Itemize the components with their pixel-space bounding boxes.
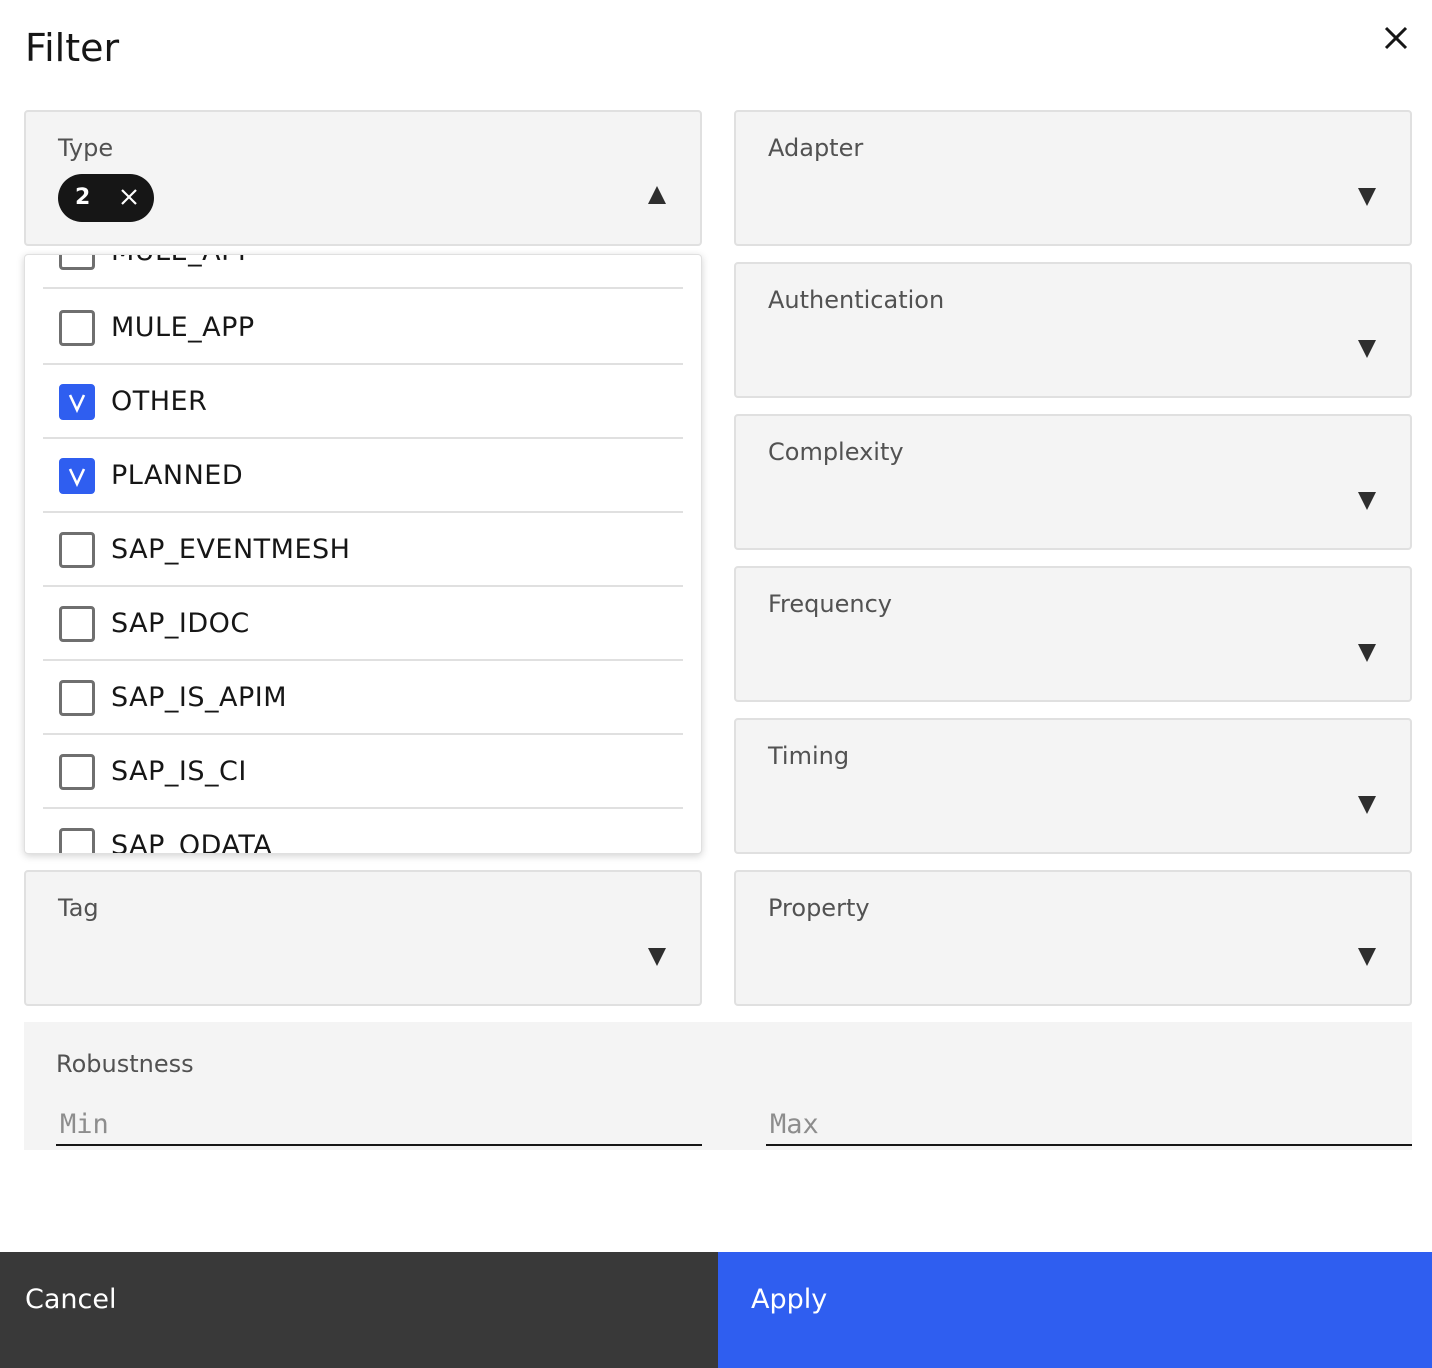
- timing-filter-dropdown[interactable]: Timing: [734, 718, 1412, 854]
- tag-filter-dropdown[interactable]: Tag: [24, 870, 702, 1006]
- option-item[interactable]: OTHER: [43, 365, 683, 439]
- checkbox[interactable]: [59, 680, 95, 716]
- chevron-down-icon: [1358, 492, 1376, 510]
- robustness-range: Robustness: [24, 1022, 1412, 1150]
- type-filter-label: Type: [58, 134, 114, 162]
- checkbox[interactable]: [59, 532, 95, 568]
- robustness-max-input[interactable]: [766, 1104, 1412, 1146]
- option-item[interactable]: SAP_IS_APIM: [43, 661, 683, 735]
- close-icon: [1384, 26, 1408, 50]
- chevron-down-icon: [648, 948, 666, 966]
- chevron-down-icon: [1358, 796, 1376, 814]
- clear-selection-button[interactable]: [118, 186, 140, 208]
- type-filter-dropdown[interactable]: Type 2: [24, 110, 702, 246]
- frequency-filter-label: Frequency: [768, 590, 892, 618]
- option-item[interactable]: SAP_IS_CI: [43, 735, 683, 809]
- timing-filter-label: Timing: [768, 742, 850, 770]
- checkmark-icon: [68, 394, 86, 413]
- option-label: PLANNED: [111, 460, 244, 491]
- selected-count-tag: 2: [58, 174, 154, 222]
- cancel-button[interactable]: Cancel: [0, 1252, 718, 1368]
- property-filter-label: Property: [768, 894, 870, 922]
- checkbox-checked[interactable]: [59, 458, 95, 494]
- chevron-up-icon: [648, 186, 666, 204]
- option-label: SAP_IDOC: [111, 608, 250, 639]
- tag-filter-label: Tag: [58, 894, 99, 922]
- option-item[interactable]: MULE_API: [43, 255, 683, 289]
- checkbox[interactable]: [59, 310, 95, 346]
- frequency-filter-dropdown[interactable]: Frequency: [734, 566, 1412, 702]
- adapter-filter-label: Adapter: [768, 134, 864, 162]
- chevron-down-icon: [1358, 644, 1376, 662]
- robustness-label: Robustness: [56, 1050, 194, 1078]
- option-item[interactable]: SAP_IDOC: [43, 587, 683, 661]
- apply-button[interactable]: Apply: [718, 1252, 1432, 1368]
- authentication-filter-label: Authentication: [768, 286, 945, 314]
- chevron-down-icon: [1358, 188, 1376, 206]
- filter-modal: Filter Type 2 MULE_API MULE_APP: [0, 0, 1432, 1368]
- option-item[interactable]: MULE_APP: [43, 291, 683, 365]
- checkbox[interactable]: [59, 754, 95, 790]
- complexity-filter-dropdown[interactable]: Complexity: [734, 414, 1412, 550]
- option-label: OTHER: [111, 386, 208, 417]
- option-label: SAP_IS_APIM: [111, 682, 288, 713]
- authentication-filter-dropdown[interactable]: Authentication: [734, 262, 1412, 398]
- complexity-filter-label: Complexity: [768, 438, 904, 466]
- adapter-filter-dropdown[interactable]: Adapter: [734, 110, 1412, 246]
- property-filter-dropdown[interactable]: Property: [734, 870, 1412, 1006]
- option-item[interactable]: SAP_EVENTMESH: [43, 513, 683, 587]
- checkbox[interactable]: [59, 255, 95, 270]
- checkbox-checked[interactable]: [59, 384, 95, 420]
- checkbox[interactable]: [59, 828, 95, 853]
- modal-title: Filter: [25, 26, 120, 70]
- option-label: MULE_API: [111, 255, 246, 267]
- option-label: MULE_APP: [111, 312, 255, 343]
- type-options-list[interactable]: MULE_API MULE_APP OTHER PLANNED SAP_: [24, 254, 702, 854]
- chevron-down-icon: [1358, 340, 1376, 358]
- apply-button-label: Apply: [751, 1284, 828, 1315]
- cancel-button-label: Cancel: [25, 1284, 117, 1315]
- chevron-down-icon: [1358, 948, 1376, 966]
- selected-count: 2: [75, 185, 91, 210]
- option-item[interactable]: SAP_ODATA: [43, 809, 683, 854]
- option-label: SAP_IS_CI: [111, 756, 247, 787]
- clear-icon: [121, 189, 137, 205]
- option-item[interactable]: PLANNED: [43, 439, 683, 513]
- checkmark-icon: [68, 468, 86, 487]
- option-label: SAP_EVENTMESH: [111, 534, 351, 565]
- option-label: SAP_ODATA: [111, 830, 273, 854]
- robustness-min-input[interactable]: [56, 1104, 702, 1146]
- close-button[interactable]: [1376, 18, 1416, 58]
- checkbox[interactable]: [59, 606, 95, 642]
